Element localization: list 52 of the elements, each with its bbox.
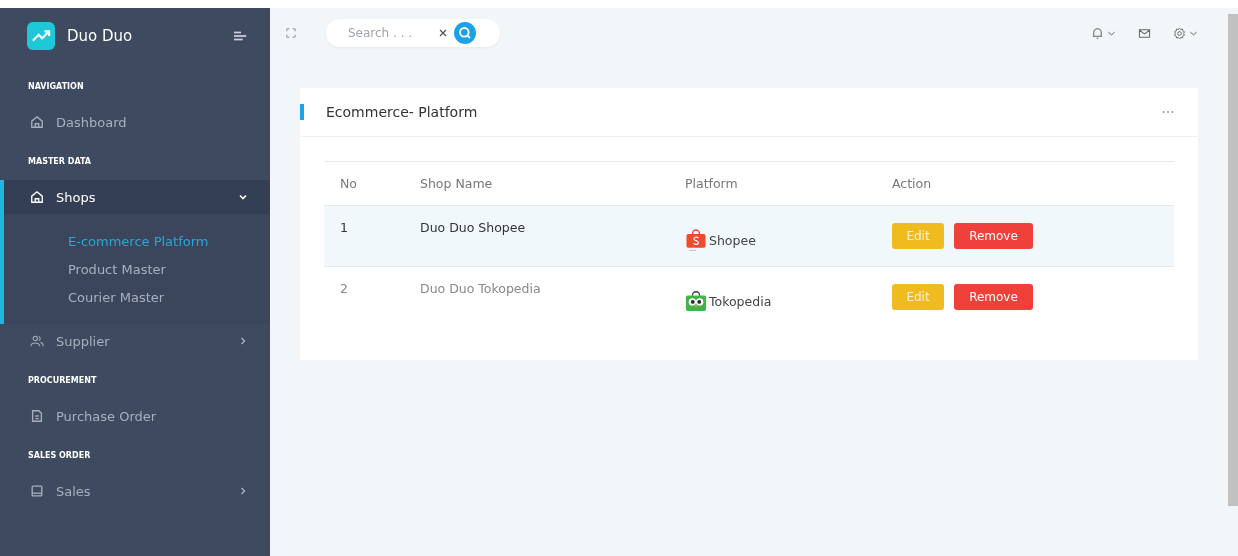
column-header: Action (892, 176, 933, 191)
users-icon (30, 334, 44, 348)
table-cell-text: 2 (340, 281, 349, 296)
home-icon (30, 190, 44, 204)
nav-item[interactable]: Supplier (0, 324, 270, 358)
notifications-button[interactable] (1091, 26, 1116, 40)
document-icon (30, 409, 44, 423)
settings-button[interactable] (1173, 26, 1198, 40)
section-header: SALES ORDER (27, 450, 92, 462)
mail-icon[interactable] (1138, 26, 1151, 40)
search-icon[interactable] (454, 22, 476, 44)
menu-icon[interactable] (234, 30, 248, 42)
remove-button[interactable]: Remove (954, 223, 1033, 249)
table-cell-text: 1 (340, 220, 349, 235)
chevron-right-icon (238, 336, 248, 346)
chart-logo-icon (27, 22, 55, 50)
submenu-item[interactable]: Courier Master (4, 284, 270, 312)
chevron-down-icon (238, 192, 248, 202)
section-header: MASTER DATA (27, 156, 93, 168)
table-cell-text: Duo Duo Tokopedia (420, 281, 542, 296)
fullscreen-icon[interactable] (286, 28, 296, 38)
section-header: NAVIGATION (27, 81, 85, 93)
remove-button[interactable]: Remove (954, 284, 1033, 310)
nav-item[interactable]: Purchase Order (0, 399, 270, 433)
chevron-right-icon (238, 486, 248, 496)
submenu-item[interactable]: Product Master (4, 256, 270, 284)
shopping-bag-logo-icon (685, 227, 707, 253)
book-icon (30, 484, 44, 498)
card-title: Ecommerce- Platform (326, 104, 479, 120)
submenu-item[interactable]: E-commerce Platform (4, 228, 270, 256)
table-cell-text: Duo Duo Shopee (420, 220, 527, 235)
table-row[interactable]: 2 Duo Duo Tokopedia Tokopedia Edit Remove (324, 267, 1174, 327)
more-icon[interactable] (1162, 110, 1174, 114)
column-header: Shop Name (420, 176, 494, 191)
owl-bag-logo-icon (685, 288, 707, 314)
column-header: No (340, 176, 358, 191)
search-bar[interactable]: Search . . . (326, 19, 500, 47)
table-row[interactable]: 1 Duo Duo Shopee Shopee Edit Remove (324, 206, 1174, 267)
brand-name: Duo Duo (67, 27, 134, 45)
column-header: Platform (685, 176, 739, 191)
scrollbar[interactable] (1228, 14, 1238, 506)
nav-item[interactable]: Sales (0, 474, 270, 508)
bell-icon (1091, 26, 1104, 40)
search-field[interactable]: Search . . . (346, 25, 434, 41)
platform-name: Tokopedia (709, 293, 772, 309)
nav-item[interactable]: Shops (4, 180, 270, 214)
platform-name: Shopee (709, 232, 756, 248)
settings-icon (1173, 26, 1186, 40)
section-header: PROCUREMENT (27, 375, 98, 387)
clear-icon[interactable] (438, 28, 448, 38)
nav-item[interactable]: Dashboard (0, 105, 270, 139)
home-icon (30, 115, 44, 129)
